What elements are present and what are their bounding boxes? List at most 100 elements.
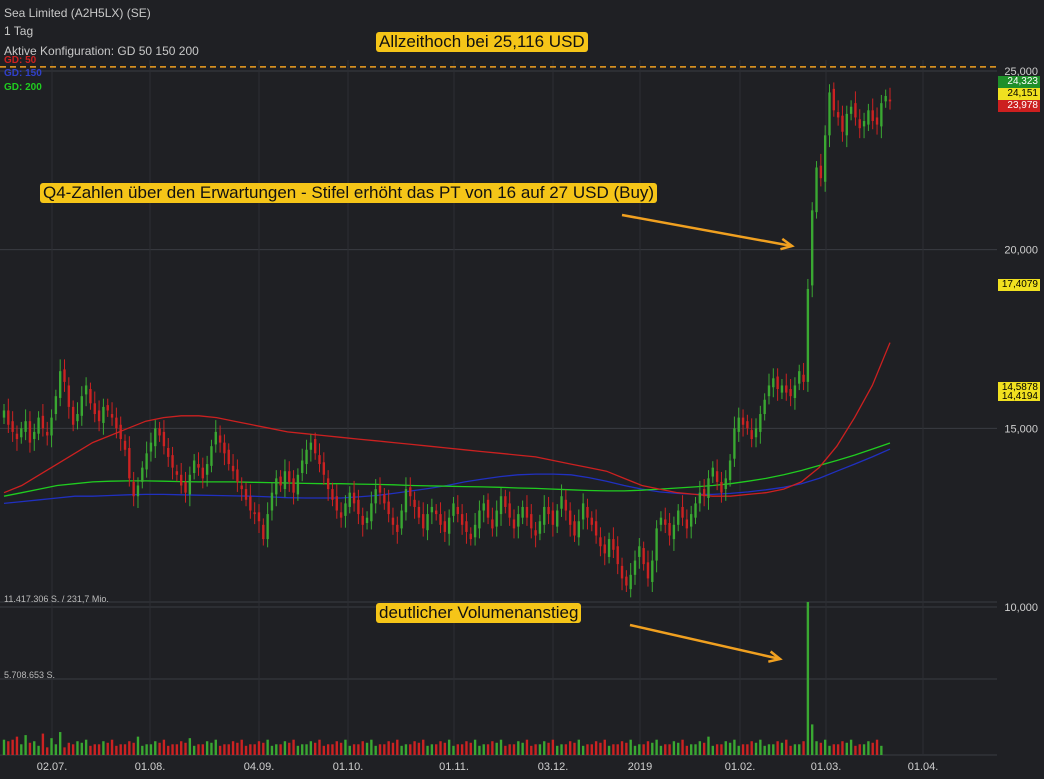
volume-bar <box>63 747 66 755</box>
candle-body <box>348 492 351 507</box>
volume-bar <box>205 741 209 755</box>
volume-bar <box>793 744 797 755</box>
volume-bar <box>754 742 758 755</box>
candle-body <box>754 428 758 438</box>
candle-body <box>616 546 619 565</box>
volume-bar <box>832 744 836 755</box>
candle-body <box>785 385 788 393</box>
volume-bar <box>556 745 559 755</box>
volume-bar <box>80 742 83 755</box>
candle-body <box>167 447 170 457</box>
candle-body <box>67 385 71 407</box>
volume-bar <box>789 745 792 755</box>
candle-body <box>573 521 576 536</box>
volume-bar <box>76 741 79 755</box>
volume-bar <box>811 724 814 755</box>
volume-bar <box>214 739 217 755</box>
volume-bar <box>560 744 563 755</box>
candle-body <box>478 510 481 529</box>
candle-body <box>149 442 153 452</box>
volume-bar <box>741 744 745 755</box>
volume-bar <box>521 742 524 755</box>
candle-body <box>495 510 498 527</box>
volume-bar <box>836 744 840 755</box>
candle-body <box>603 544 606 554</box>
candle-body <box>378 485 382 493</box>
candle-body <box>473 524 477 538</box>
candle-body <box>750 430 753 440</box>
volume-bar <box>128 741 131 755</box>
ath-callout: Allzeithoch bei 25,116 USD <box>376 32 588 52</box>
candle-body <box>862 121 866 127</box>
candle-body <box>677 510 680 525</box>
volume-bar <box>227 744 230 755</box>
candle-body <box>313 439 317 454</box>
period-label: 1 Tag <box>4 24 34 38</box>
candle-body <box>383 494 386 504</box>
volume-bar <box>815 741 818 755</box>
candle-body <box>84 385 88 395</box>
candle-body <box>58 371 62 398</box>
volume-bar <box>37 745 40 755</box>
candle-body <box>11 421 14 432</box>
volume-bar <box>141 745 144 755</box>
candle-body <box>447 517 451 534</box>
volume-bar <box>409 744 412 755</box>
candle-body <box>746 421 749 429</box>
volume-bar <box>651 742 654 755</box>
volume-bar <box>296 745 300 755</box>
volume-bar <box>469 742 472 755</box>
volume-bar <box>681 739 684 755</box>
volume-bar <box>292 739 295 755</box>
volume-bar <box>357 744 360 755</box>
volume-bar <box>590 744 593 755</box>
ma200-tag: 14,4194 <box>998 392 1040 401</box>
legend-gd150: GD: 150 <box>4 68 42 79</box>
volume-bar <box>71 744 75 755</box>
volume-bar <box>707 736 710 755</box>
candle-body <box>849 106 853 114</box>
volume-bar <box>750 741 753 755</box>
volume-bar <box>24 735 27 755</box>
candle-body <box>672 524 676 540</box>
volume-bar <box>167 745 170 755</box>
candle-body <box>858 119 861 129</box>
volume-bar <box>162 739 166 755</box>
candle-body <box>763 399 766 415</box>
candle-body <box>793 385 797 398</box>
candle-body <box>823 135 827 182</box>
candle-body <box>888 99 892 102</box>
candle-body <box>465 521 468 532</box>
candle-body <box>430 506 434 513</box>
candle-body <box>309 442 313 450</box>
volume-bar <box>188 738 192 755</box>
volume-bar <box>50 738 53 755</box>
volume-bar <box>435 744 438 755</box>
candle-body <box>543 506 546 525</box>
candle-body <box>612 539 615 550</box>
candle-body <box>638 546 641 557</box>
candle-body <box>205 464 209 475</box>
candle-body <box>508 503 511 518</box>
candle-body <box>223 442 226 454</box>
candle-body <box>387 501 390 515</box>
volume-bar <box>633 745 637 755</box>
volume-bar <box>119 744 122 755</box>
volume-bar <box>7 741 10 755</box>
volume-bar <box>288 742 291 755</box>
candle-body <box>620 565 624 579</box>
volume-bar <box>534 744 537 755</box>
candle-body <box>76 414 79 422</box>
volume-bar <box>197 744 200 755</box>
candle-body <box>145 453 148 470</box>
candle-body <box>828 92 831 136</box>
y-tick-label: 10,000 <box>1004 602 1038 614</box>
candle-body <box>530 514 533 529</box>
volume-bar <box>348 745 351 755</box>
volume-bar <box>711 745 714 755</box>
volume-bar <box>746 744 749 755</box>
volume-bar <box>594 741 598 755</box>
candle-body <box>439 514 442 525</box>
volume-bar <box>845 742 848 755</box>
volume-bar <box>253 744 256 755</box>
